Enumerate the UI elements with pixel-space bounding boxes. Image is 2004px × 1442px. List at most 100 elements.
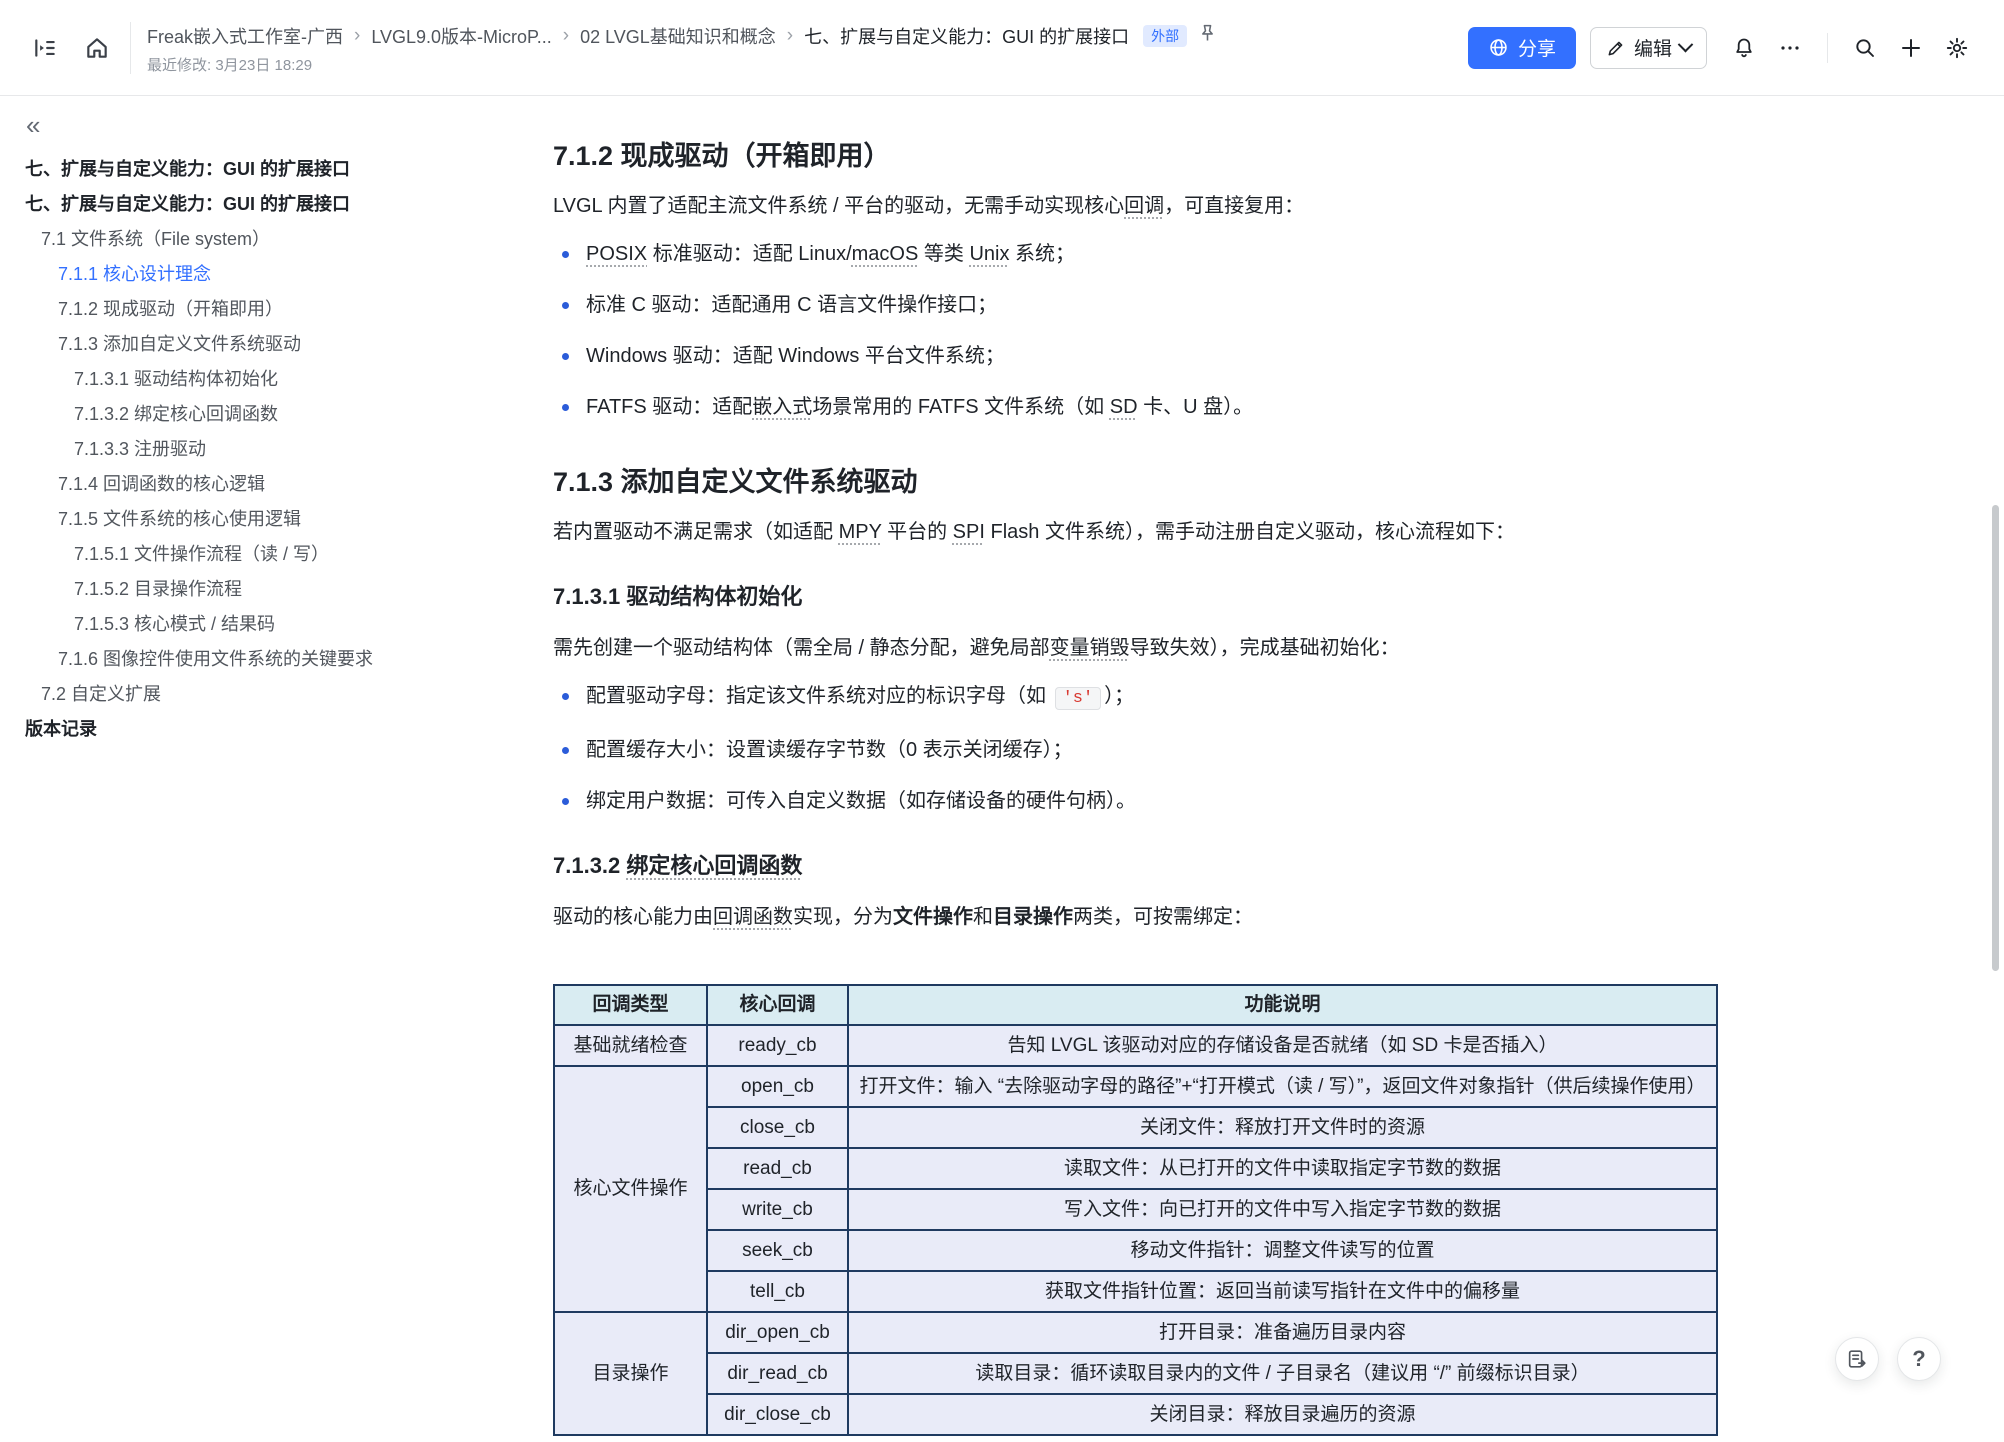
sidebar-item[interactable]: 7.1.3.3 注册驱动 — [0, 432, 455, 467]
sidebar-item[interactable]: 7.1.5 文件系统的核心使用逻辑 — [0, 502, 455, 537]
plus-icon — [1899, 36, 1923, 60]
text-part: 场景常用的 FATFS 文件系统（如 — [812, 396, 1109, 418]
table-row: write_cb写入文件：向已打开的文件中写入指定字节数的数据 — [554, 1189, 1717, 1230]
sidebar-item[interactable]: 7.1.6 图像控件使用文件系统的关键要求 — [0, 642, 455, 677]
text-part: POSIX — [586, 243, 647, 265]
sidebar-item[interactable]: 7.1.3 添加自定义文件系统驱动 — [0, 327, 455, 362]
breadcrumb-block: Freak嵌入式工作室-广西›LVGL9.0版本-MicroP...›02 LV… — [147, 21, 1218, 75]
pin-button[interactable] — [1197, 23, 1218, 49]
table-callback-cell: dir_read_cb — [707, 1353, 848, 1394]
sidebar-item[interactable]: 七、扩展与自定义能力：GUI 的扩展接口 — [0, 187, 455, 222]
edit-button[interactable]: 编辑 — [1590, 27, 1707, 69]
table-row: close_cb关闭文件：释放打开文件时的资源 — [554, 1107, 1717, 1148]
text-part: FATFS 驱动：适配 — [586, 396, 752, 418]
top-bar: Freak嵌入式工作室-广西›LVGL9.0版本-MicroP...›02 LV… — [0, 0, 2004, 96]
text-part: 平台的 — [882, 521, 953, 543]
section-heading: 7.1.2 现成驱动（开箱即用） — [553, 138, 1716, 174]
text-part: 需先创建一个驱动结构体（需全局 / 静态分配，避免局部 — [553, 637, 1050, 659]
topbar-divider — [130, 22, 131, 74]
table-row: dir_read_cb读取目录：循环读取目录内的文件 / 子目录名（建议用 “/… — [554, 1353, 1717, 1394]
table-desc-cell: 获取文件指针位置：返回当前读写指针在文件中的偏移量 — [848, 1271, 1717, 1312]
callbacks-table-wrap: 回调类型核心回调功能说明基础就绪检查ready_cb告知 LVGL 该驱动对应的… — [553, 984, 1716, 1436]
sidebar-item[interactable]: 7.1 文件系统（File system） — [0, 222, 455, 257]
table-desc-cell: 移动文件指针：调整文件读写的位置 — [848, 1230, 1717, 1271]
create-new-button[interactable] — [1892, 29, 1930, 67]
sidebar-item[interactable]: 7.1.5.2 目录操作流程 — [0, 572, 455, 607]
vertical-scrollbar-thumb[interactable] — [1992, 505, 1999, 971]
bullet-item: 标准 C 驱动：适配通用 C 语言文件操作接口； — [553, 291, 1716, 319]
section-heading: 7.1.3 添加自定义文件系统驱动 — [553, 464, 1716, 500]
text-part: Unix — [969, 243, 1009, 265]
table-header-cell: 功能说明 — [848, 985, 1717, 1025]
bullet-text: 绑定用户数据：可传入自定义数据（如存储设备的硬件句柄）。 — [586, 787, 1136, 815]
text-part: 7.1.3.2 — [553, 853, 626, 878]
text-part: 7.1.3 添加自定义文件系统驱动 — [553, 467, 918, 497]
bullet-dot — [562, 747, 569, 754]
reader-mode-button[interactable] — [1835, 1337, 1879, 1381]
table-header-cell: 回调类型 — [554, 985, 707, 1025]
sidebar-item[interactable]: 7.1.5.1 文件操作流程（读 / 写） — [0, 537, 455, 572]
text-part: 嵌入式 — [752, 396, 812, 418]
sidebar-item[interactable]: 7.1.4 回调函数的核心逻辑 — [0, 467, 455, 502]
sidebar-item[interactable]: 7.1.3.2 绑定核心回调函数 — [0, 397, 455, 432]
notifications-button[interactable] — [1725, 29, 1763, 67]
table-desc-cell: 关闭文件：释放打开文件时的资源 — [848, 1107, 1717, 1148]
bullet-dot — [562, 404, 569, 411]
gear-icon — [1945, 36, 1969, 60]
sidebar-item[interactable]: 7.2 自定义扩展 — [0, 677, 455, 712]
sidebar-item[interactable]: 7.1.2 现成驱动（开箱即用） — [0, 292, 455, 327]
bullet-list: 配置驱动字母：指定该文件系统对应的标识字母（如 's'）；配置缓存大小：设置读缓… — [553, 682, 1716, 815]
sidebar-item[interactable]: 版本记录 — [0, 712, 455, 747]
text-part: SPI — [953, 521, 985, 543]
text-part: 标准驱动：适配 Linux/ — [647, 243, 851, 265]
settings-button[interactable] — [1938, 29, 1976, 67]
bullet-dot — [562, 353, 569, 360]
breadcrumb-item[interactable]: LVGL9.0版本-MicroP... — [371, 23, 551, 49]
sidebar-item[interactable]: 7.1.3.1 驱动结构体初始化 — [0, 362, 455, 397]
table-desc-cell: 打开目录：准备遍历目录内容 — [848, 1312, 1717, 1353]
edit-label: 编辑 — [1634, 34, 1672, 61]
collapse-sidebar-button[interactable]: « — [26, 112, 40, 138]
text-part: MPY — [839, 521, 882, 543]
topbar-icon-group — [1725, 29, 1976, 67]
table-row: 核心文件操作open_cb打开文件：输入 “去除驱动字母的路径”+“打开模式（读… — [554, 1066, 1717, 1107]
bullet-text: FATFS 驱动：适配嵌入式场景常用的 FATFS 文件系统（如 SD 卡、U … — [586, 393, 1253, 421]
bullet-dot — [562, 798, 569, 805]
table-desc-cell: 读取文件：从已打开的文件中读取指定字节数的数据 — [848, 1148, 1717, 1189]
table-group-cell: 核心文件操作 — [554, 1066, 707, 1312]
text-part: 卡、U 盘）。 — [1138, 396, 1254, 418]
pin-icon — [1197, 23, 1218, 44]
bullet-item: POSIX 标准驱动：适配 Linux/macOS 等类 Unix 系统； — [553, 240, 1716, 268]
table-callback-cell: open_cb — [707, 1066, 848, 1107]
sidebar-item[interactable]: 7.1.1 核心设计理念 — [0, 257, 455, 292]
table-group-cell: 目录操作 — [554, 1312, 707, 1435]
breadcrumb-item[interactable]: 七、扩展与自定义能力：GUI 的扩展接口 — [804, 23, 1129, 49]
breadcrumb-item[interactable]: 02 LVGL基础知识和概念 — [580, 23, 776, 49]
table-group-cell: 基础就绪检查 — [554, 1025, 707, 1066]
document-body: 7.1.2 现成驱动（开箱即用）LVGL 内置了适配主流文件系统 / 平台的驱动… — [553, 138, 1716, 1436]
text-part: 配置缓存大小：设置读缓存字节数（0 表示关闭缓存）； — [586, 739, 1073, 761]
sidebar-item[interactable]: 7.1.5.3 核心模式 / 结果码 — [0, 607, 455, 642]
breadcrumb-item[interactable]: Freak嵌入式工作室-广西 — [147, 23, 343, 49]
table-desc-cell: 写入文件：向已打开的文件中写入指定字节数的数据 — [848, 1189, 1717, 1230]
search-button[interactable] — [1846, 29, 1884, 67]
breadcrumb-separator: › — [563, 25, 569, 47]
text-part: SD — [1110, 396, 1138, 418]
text-part: 7.1.3.1 驱动结构体初始化 — [553, 584, 802, 609]
text-part: 绑定核心回调函数 — [626, 853, 802, 878]
table-desc-cell: 读取目录：循环读取目录内的文件 / 子目录名（建议用 “/” 前缀标识目录） — [848, 1353, 1717, 1394]
share-button[interactable]: 分享 — [1468, 27, 1576, 69]
table-callback-cell: read_cb — [707, 1148, 848, 1189]
text-part: 目录操作 — [993, 906, 1073, 928]
help-button[interactable]: ? — [1897, 1337, 1941, 1381]
sidebar-toggle-button[interactable] — [26, 29, 64, 67]
more-button[interactable] — [1771, 29, 1809, 67]
home-button[interactable] — [78, 29, 116, 67]
table-desc-cell: 告知 LVGL 该驱动对应的存储设备是否就绪（如 SD 卡是否插入） — [848, 1025, 1717, 1066]
document-area: 状 7.1.2 现成驱动（开箱即用）LVGL 内置了适配主流文件系统 / 平台的… — [420, 96, 2004, 1442]
paragraph: 驱动的核心能力由回调函数实现，分为文件操作和目录操作两类，可按需绑定： — [553, 903, 1716, 931]
sidebar-item[interactable]: 七、扩展与自定义能力：GUI 的扩展接口 — [0, 152, 395, 187]
topbar-divider-2 — [1827, 33, 1828, 63]
table-desc-cell: 关闭目录：释放目录遍历的资源 — [848, 1394, 1717, 1435]
table-callback-cell: dir_close_cb — [707, 1394, 848, 1435]
